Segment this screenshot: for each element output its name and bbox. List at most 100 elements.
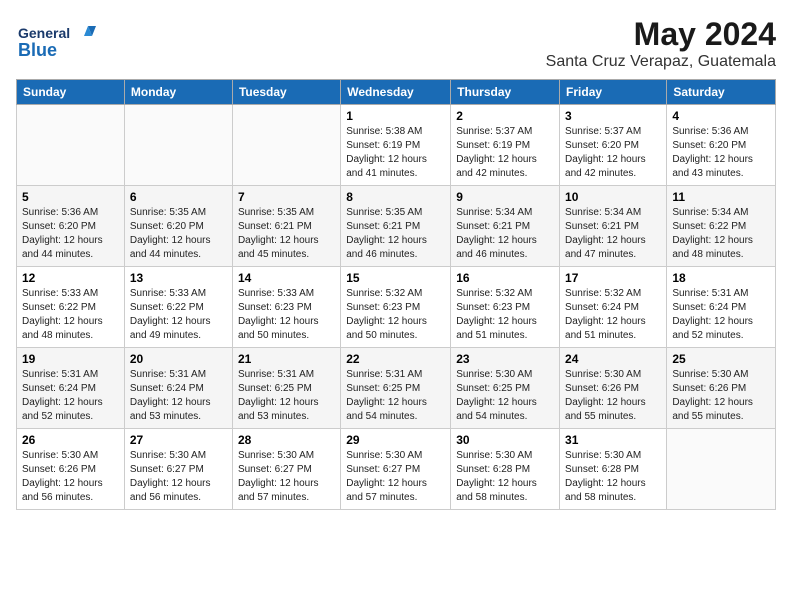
week-row-1: 1 Sunrise: 5:38 AM Sunset: 6:19 PM Daylig… (17, 105, 776, 186)
calendar-cell: 5Sunrise: 5:36 AM Sunset: 6:20 PM Daylig… (17, 186, 125, 267)
day-number: 22 (346, 352, 445, 366)
day-info: Sunrise: 5:35 AM Sunset: 6:20 PM Dayligh… (130, 206, 227, 262)
calendar-cell: 19Sunrise: 5:31 AM Sunset: 6:24 PM Dayli… (17, 348, 125, 429)
week-row-2: 5Sunrise: 5:36 AM Sunset: 6:20 PM Daylig… (17, 186, 776, 267)
day-info: Sunrise: 5:34 AM Sunset: 6:21 PM Dayligh… (456, 206, 554, 262)
calendar-cell: 8 Sunrise: 5:35 AM Sunset: 6:21 PM Daylig… (341, 186, 451, 267)
calendar-cell (232, 105, 340, 186)
day-number: 13 (130, 271, 227, 285)
calendar-cell: 17 Sunrise: 5:32 AM Sunset: 6:24 PM Dayli… (560, 267, 667, 348)
column-header-friday: Friday (560, 80, 667, 105)
calendar-cell: 31 Sunrise: 5:30 AM Sunset: 6:28 PM Dayli… (560, 429, 667, 510)
day-info: Sunrise: 5:33 AM Sunset: 6:22 PM Dayligh… (22, 287, 119, 343)
calendar-cell: 10 Sunrise: 5:34 AM Sunset: 6:21 PM Dayli… (560, 186, 667, 267)
title-block: May 2024 Santa Cruz Verapaz, Guatemala (546, 16, 776, 71)
day-number: 31 (565, 433, 661, 447)
calendar-cell: 26Sunrise: 5:30 AM Sunset: 6:26 PM Dayli… (17, 429, 125, 510)
day-number: 24 (565, 352, 661, 366)
week-row-3: 12 Sunrise: 5:33 AM Sunset: 6:22 PM Dayli… (17, 267, 776, 348)
calendar-cell: 28 Sunrise: 5:30 AM Sunset: 6:27 PM Dayli… (232, 429, 340, 510)
day-number: 23 (456, 352, 554, 366)
calendar-cell: 4 Sunrise: 5:36 AM Sunset: 6:20 PM Daylig… (667, 105, 776, 186)
day-info: Sunrise: 5:36 AM Sunset: 6:20 PM Dayligh… (672, 125, 770, 181)
day-number: 7 (238, 190, 335, 204)
calendar-cell (124, 105, 232, 186)
calendar-cell: 15 Sunrise: 5:32 AM Sunset: 6:23 PM Dayli… (341, 267, 451, 348)
day-number: 27 (130, 433, 227, 447)
calendar-cell: 2Sunrise: 5:37 AM Sunset: 6:19 PM Daylig… (451, 105, 560, 186)
day-info: Sunrise: 5:30 AM Sunset: 6:27 PM Dayligh… (130, 449, 227, 505)
day-info: Sunrise: 5:32 AM Sunset: 6:24 PM Dayligh… (565, 287, 661, 343)
day-number: 28 (238, 433, 335, 447)
calendar-cell: 30Sunrise: 5:30 AM Sunset: 6:28 PM Dayli… (451, 429, 560, 510)
day-info: Sunrise: 5:35 AM Sunset: 6:21 PM Dayligh… (346, 206, 445, 262)
week-row-4: 19 Sunrise: 5:31 AM Sunset: 6:24 PM Dayli… (17, 348, 776, 429)
day-number: 17 (565, 271, 661, 285)
day-number: 1 (346, 109, 445, 123)
day-info: Sunrise: 5:30 AM Sunset: 6:26 PM Dayligh… (672, 368, 770, 424)
day-info: Sunrise: 5:31 AM Sunset: 6:25 PM Dayligh… (346, 368, 445, 424)
day-number: 20 (130, 352, 227, 366)
day-info: Sunrise: 5:37 AM Sunset: 6:20 PM Dayligh… (565, 125, 661, 181)
header-row: SundayMondayTuesdayWednesdayThursdayFrid… (17, 80, 776, 105)
day-info: Sunrise: 5:32 AM Sunset: 6:23 PM Dayligh… (456, 287, 554, 343)
calendar-cell: 22 Sunrise: 5:31 AM Sunset: 6:25 PM Dayli… (341, 348, 451, 429)
day-number: 25 (672, 352, 770, 366)
svg-text:Blue: Blue (18, 40, 57, 60)
day-number: 9 (456, 190, 554, 204)
calendar-table: SundayMondayTuesdayWednesdayThursdayFrid… (16, 79, 776, 510)
day-info: Sunrise: 5:31 AM Sunset: 6:25 PM Dayligh… (238, 368, 335, 424)
week-row-5: 26Sunrise: 5:30 AM Sunset: 6:26 PM Dayli… (17, 429, 776, 510)
day-info: Sunrise: 5:31 AM Sunset: 6:24 PM Dayligh… (130, 368, 227, 424)
column-header-tuesday: Tuesday (232, 80, 340, 105)
calendar-cell: 3 Sunrise: 5:37 AM Sunset: 6:20 PM Daylig… (560, 105, 667, 186)
calendar-cell: 6 Sunrise: 5:35 AM Sunset: 6:20 PM Daylig… (124, 186, 232, 267)
calendar-cell (667, 429, 776, 510)
calendar-cell: 23 Sunrise: 5:30 AM Sunset: 6:25 PM Dayli… (451, 348, 560, 429)
day-info: Sunrise: 5:30 AM Sunset: 6:28 PM Dayligh… (565, 449, 661, 505)
column-header-sunday: Sunday (17, 80, 125, 105)
day-number: 11 (672, 190, 770, 204)
day-number: 16 (456, 271, 554, 285)
calendar-cell: 25 Sunrise: 5:30 AM Sunset: 6:26 PM Dayli… (667, 348, 776, 429)
calendar-cell: 27 Sunrise: 5:30 AM Sunset: 6:27 PM Dayli… (124, 429, 232, 510)
calendar-cell: 11Sunrise: 5:34 AM Sunset: 6:22 PM Dayli… (667, 186, 776, 267)
day-number: 4 (672, 109, 770, 123)
page-header: General Blue May 2024 Santa Cruz Verapaz… (16, 16, 776, 71)
column-header-monday: Monday (124, 80, 232, 105)
day-number: 2 (456, 109, 554, 123)
day-info: Sunrise: 5:31 AM Sunset: 6:24 PM Dayligh… (672, 287, 770, 343)
column-header-wednesday: Wednesday (341, 80, 451, 105)
location-subtitle: Santa Cruz Verapaz, Guatemala (546, 53, 776, 71)
day-number: 30 (456, 433, 554, 447)
calendar-cell: 16 Sunrise: 5:32 AM Sunset: 6:23 PM Dayli… (451, 267, 560, 348)
calendar-cell: 21Sunrise: 5:31 AM Sunset: 6:25 PM Dayli… (232, 348, 340, 429)
calendar-cell: 29Sunrise: 5:30 AM Sunset: 6:27 PM Dayli… (341, 429, 451, 510)
day-number: 19 (22, 352, 119, 366)
day-info: Sunrise: 5:30 AM Sunset: 6:25 PM Dayligh… (456, 368, 554, 424)
day-info: Sunrise: 5:30 AM Sunset: 6:26 PM Dayligh… (22, 449, 119, 505)
day-number: 15 (346, 271, 445, 285)
calendar-cell (17, 105, 125, 186)
calendar-cell: 7Sunrise: 5:35 AM Sunset: 6:21 PM Daylig… (232, 186, 340, 267)
calendar-cell: 1 Sunrise: 5:38 AM Sunset: 6:19 PM Daylig… (341, 105, 451, 186)
day-number: 10 (565, 190, 661, 204)
day-number: 14 (238, 271, 335, 285)
day-number: 12 (22, 271, 119, 285)
day-info: Sunrise: 5:32 AM Sunset: 6:23 PM Dayligh… (346, 287, 445, 343)
day-number: 6 (130, 190, 227, 204)
day-info: Sunrise: 5:30 AM Sunset: 6:27 PM Dayligh… (238, 449, 335, 505)
column-header-thursday: Thursday (451, 80, 560, 105)
logo: General Blue (16, 16, 96, 66)
day-number: 18 (672, 271, 770, 285)
day-info: Sunrise: 5:34 AM Sunset: 6:21 PM Dayligh… (565, 206, 661, 262)
svg-text:General: General (18, 25, 70, 41)
calendar-cell: 18 Sunrise: 5:31 AM Sunset: 6:24 PM Dayli… (667, 267, 776, 348)
calendar-cell: 14Sunrise: 5:33 AM Sunset: 6:23 PM Dayli… (232, 267, 340, 348)
day-info: Sunrise: 5:30 AM Sunset: 6:26 PM Dayligh… (565, 368, 661, 424)
day-info: Sunrise: 5:33 AM Sunset: 6:22 PM Dayligh… (130, 287, 227, 343)
day-info: Sunrise: 5:38 AM Sunset: 6:19 PM Dayligh… (346, 125, 445, 181)
day-number: 8 (346, 190, 445, 204)
day-number: 3 (565, 109, 661, 123)
calendar-cell: 12 Sunrise: 5:33 AM Sunset: 6:22 PM Dayli… (17, 267, 125, 348)
